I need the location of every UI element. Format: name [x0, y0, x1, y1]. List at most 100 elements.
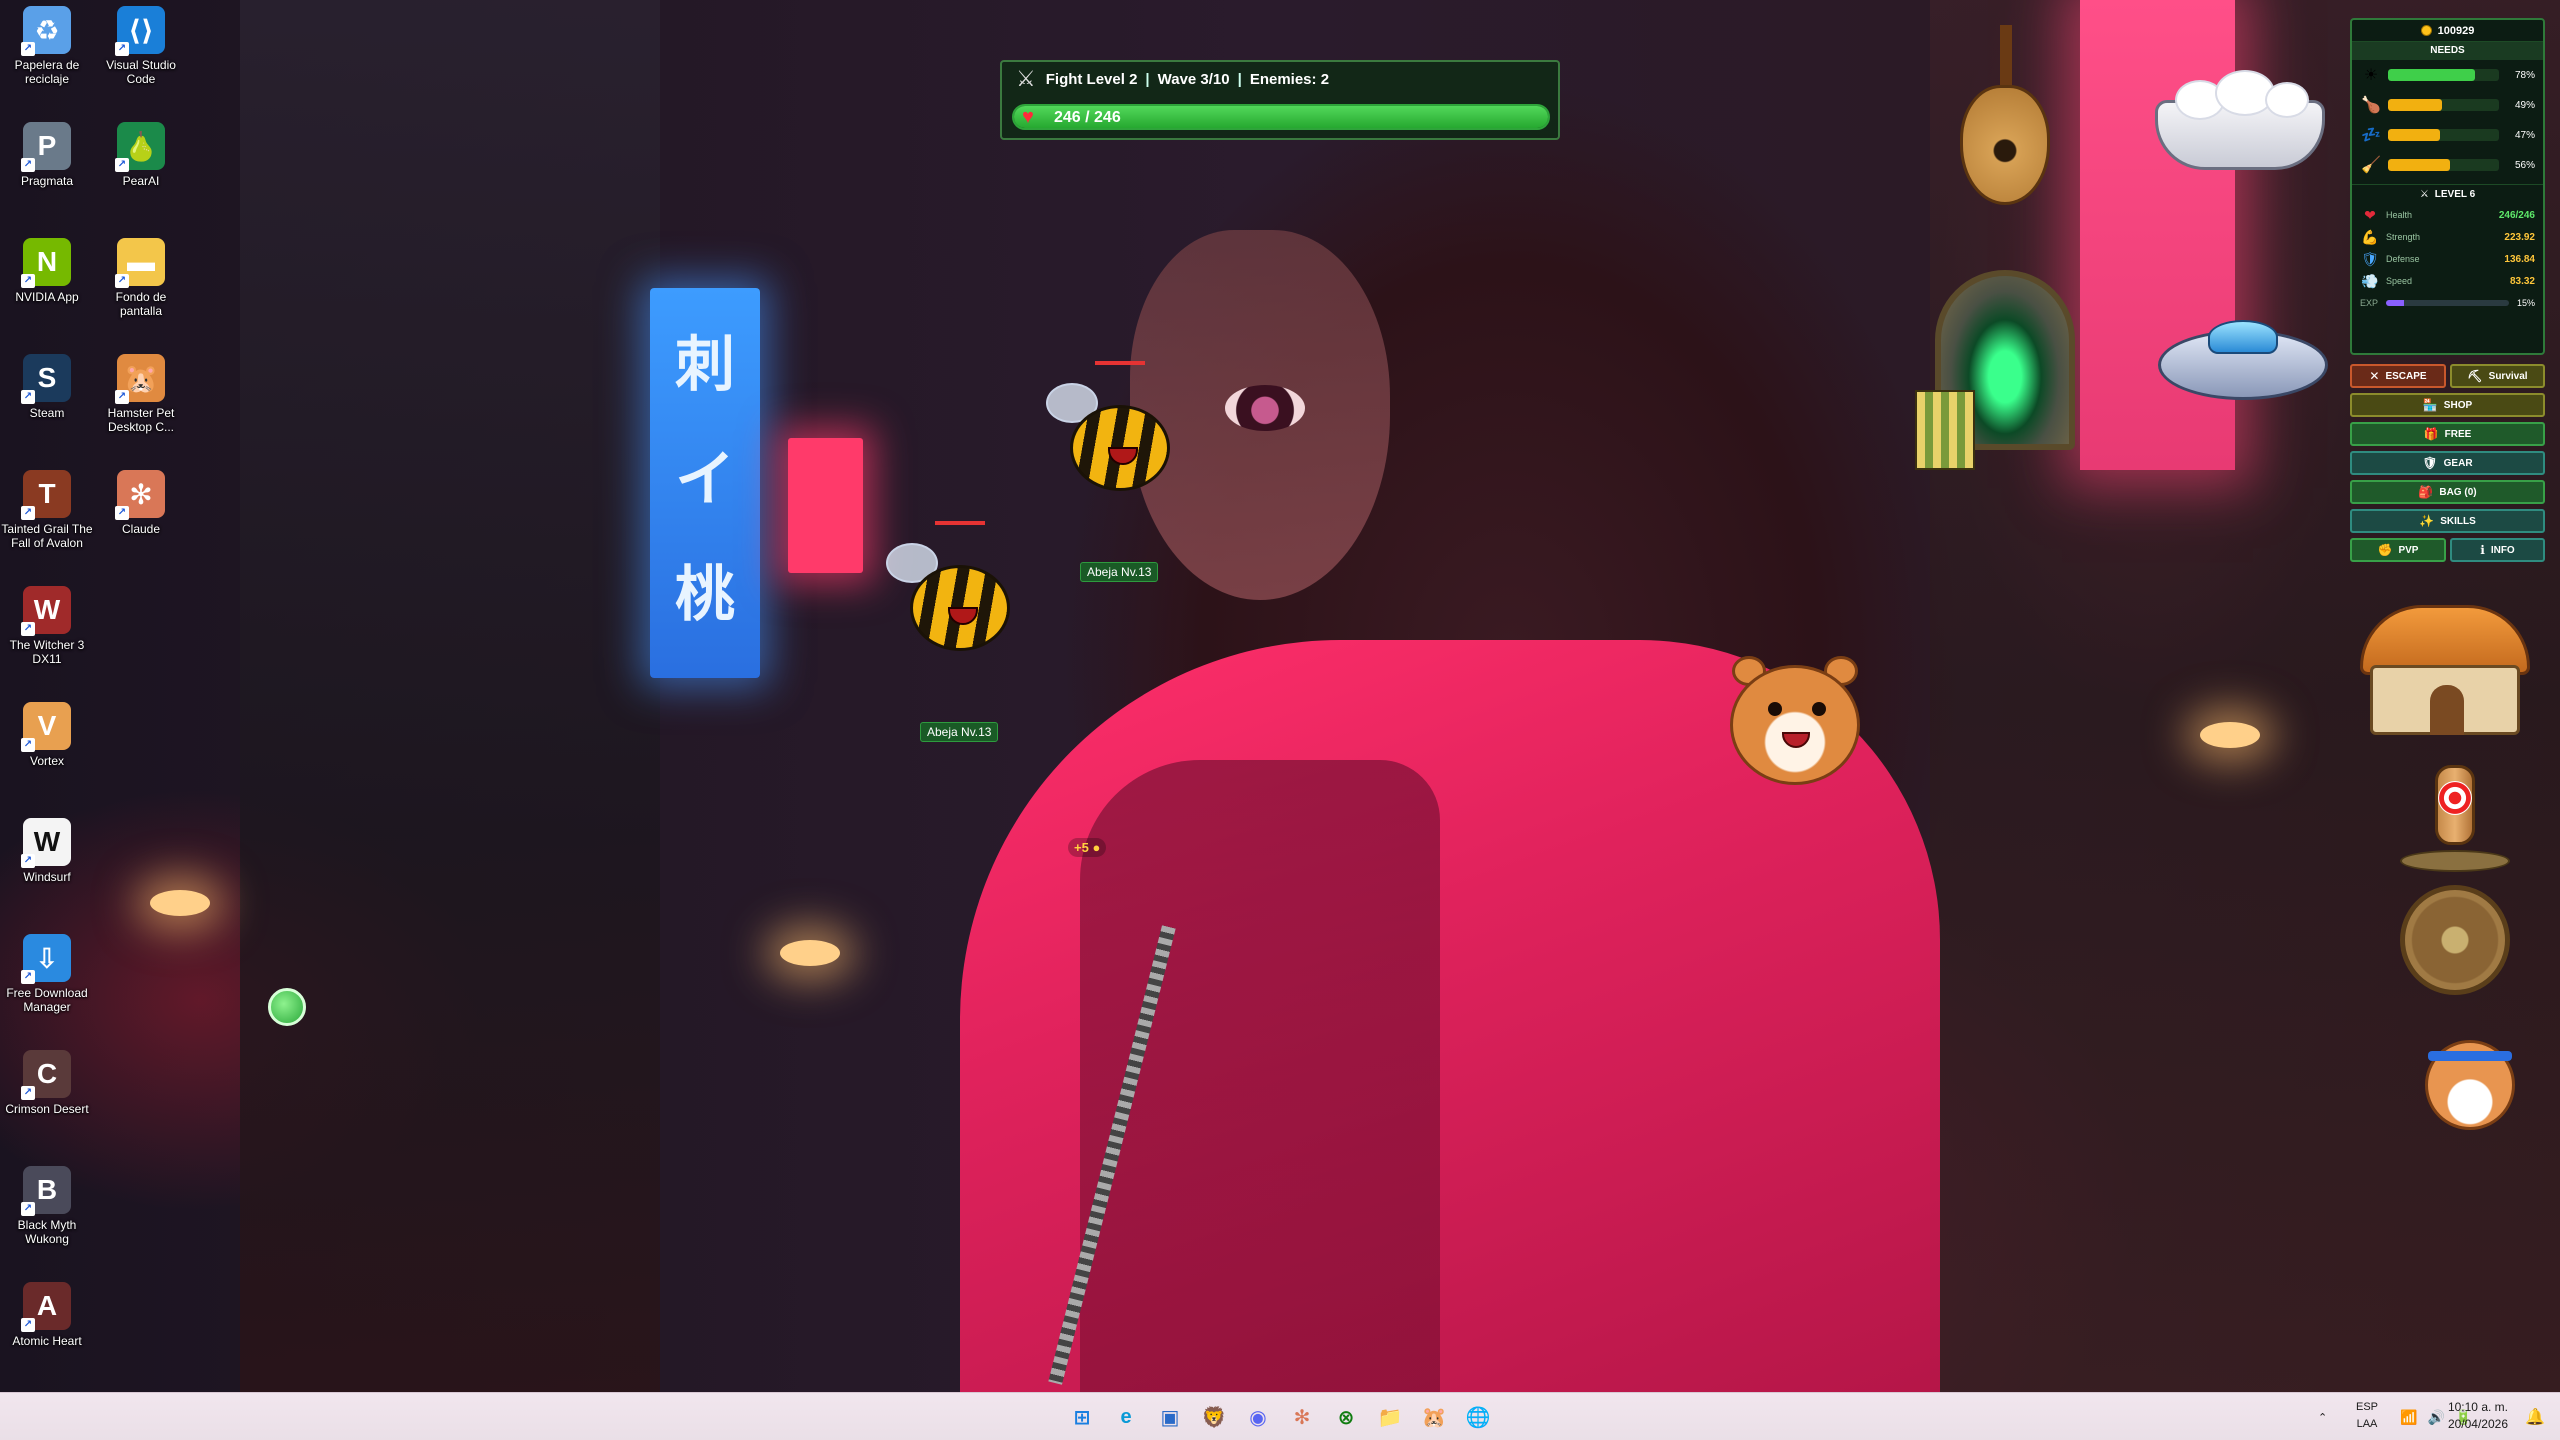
hamster-taskbar-icon[interactable]: 🐹 — [1418, 1401, 1450, 1433]
need-fill — [2388, 159, 2451, 171]
stat-row: 🛡 Defense 136.84 — [2352, 248, 2543, 270]
desktop-icon[interactable]: P ↗ Pragmata — [0, 122, 94, 188]
enemy-bee[interactable] — [1040, 361, 1190, 505]
training-dummy-decoration[interactable] — [2380, 745, 2530, 875]
stat-name: Speed — [2386, 276, 2413, 286]
vscode-icon: ⟨⟩ ↗ — [115, 6, 165, 56]
desktop-icon[interactable]: T ↗ Tainted Grail The Fall of Avalon — [0, 470, 94, 550]
hamster-body — [1730, 665, 1860, 785]
portal-shop-decoration[interactable] — [1915, 240, 2115, 480]
claude-taskbar-icon[interactable]: ✻ — [1286, 1401, 1318, 1433]
speed-icon: 💨 — [2361, 272, 2379, 289]
coin-balance: 100929 — [2352, 20, 2543, 42]
info-label: INFO — [2490, 544, 2515, 556]
desktop-icon-label: Vortex — [29, 754, 65, 768]
player-health-bar: ♥ 246 / 246 — [1012, 104, 1550, 130]
hamster-eye — [1768, 702, 1782, 716]
brave-icon[interactable]: 🦁 — [1198, 1401, 1230, 1433]
guitar-decoration[interactable] — [1940, 25, 2080, 215]
xbox-icon[interactable]: ⊗ — [1330, 1401, 1362, 1433]
windows-start-icon[interactable]: ⊞ — [1066, 1401, 1098, 1433]
gear-button[interactable]: 🛡 GEAR — [2350, 451, 2545, 475]
shield-decoration[interactable] — [2380, 875, 2530, 1005]
hamster-house-decoration[interactable] — [2350, 585, 2545, 745]
clock[interactable]: 10:10 a. m. 20/04/2026 — [2448, 1399, 2508, 1433]
stat-row: ❤ Health 246/246 — [2352, 204, 2543, 226]
gear-label: GEAR — [2443, 457, 2473, 469]
exp-label: EXP — [2360, 298, 2379, 308]
need-bar — [2388, 159, 2499, 171]
desktop-icon[interactable]: N ↗ NVIDIA App — [0, 238, 94, 304]
volume-icon[interactable]: 🔊 — [2427, 1409, 2444, 1426]
desktop-icon[interactable]: A ↗ Atomic Heart — [0, 1282, 94, 1348]
escape-button[interactable]: ✕ ESCAPE — [2350, 364, 2446, 388]
desktop-icon[interactable]: ⇩ ↗ Free Download Manager — [0, 934, 94, 1014]
bag-icon: 🎒 — [2418, 485, 2434, 499]
desktop-icon[interactable]: C ↗ Crimson Desert — [0, 1050, 94, 1116]
survival-button[interactable]: ⛏ Survival — [2450, 364, 2545, 388]
skills-label: SKILLS — [2440, 515, 2476, 527]
desktop-icon-label: Atomic Heart — [12, 1334, 82, 1348]
explorer-window-icon[interactable]: ▣ — [1154, 1401, 1186, 1433]
notification-bell-icon[interactable]: 🔔 — [2525, 1393, 2545, 1440]
desktop-wallpaper: 刺イ桃 — [0, 0, 2560, 1392]
guitar-icon — [1960, 85, 2050, 205]
globe-app-icon[interactable]: 🌐 — [1462, 1401, 1494, 1433]
desktop-icon-label: The Witcher 3 DX11 — [9, 638, 85, 666]
green-orb-icon[interactable] — [268, 988, 306, 1026]
hamster-pet[interactable] — [1720, 650, 1870, 790]
desktop-icon[interactable]: V ↗ Vortex — [0, 702, 94, 768]
target-icon — [2438, 781, 2472, 815]
tainted-grail-icon: T ↗ — [21, 470, 71, 520]
desktop-icon[interactable]: ✻ ↗ Claude — [94, 470, 188, 536]
info-icon: ℹ — [2480, 543, 2485, 557]
desktop-icon[interactable]: ▬ ↗ Fondo de pantalla — [94, 238, 188, 318]
defense-icon: 🛡 — [2361, 250, 2379, 267]
desktop-icon[interactable]: 🐹 ↗ Hamster Pet Desktop C... — [94, 354, 188, 434]
need-row: 💤 47% — [2352, 120, 2543, 150]
free-button[interactable]: 🎁 FREE — [2350, 422, 2545, 446]
strength-icon: 💪 — [2361, 228, 2379, 245]
need-bar — [2388, 129, 2499, 141]
skills-button[interactable]: ✨ SKILLS — [2350, 509, 2545, 533]
pvp-button[interactable]: ✊ PVP — [2350, 538, 2446, 562]
desktop-icon-label: PearAI — [122, 174, 160, 188]
edge-icon[interactable]: e — [1110, 1401, 1142, 1433]
desktop-icon[interactable]: ♻ ↗ Papelera de reciclaje — [0, 6, 94, 86]
language-indicator[interactable]: ESP LAA — [2356, 1399, 2378, 1433]
desktop-icon-label: Claude — [121, 522, 161, 536]
bathtub-decoration[interactable] — [2145, 50, 2335, 190]
shortcut-arrow-icon: ↗ — [115, 274, 129, 288]
windsurf-icon: W ↗ — [21, 818, 71, 868]
desktop-icon[interactable]: B ↗ Black Myth Wukong — [0, 1166, 94, 1246]
stat-row: 💪 Strength 223.92 — [2352, 226, 2543, 248]
shop-icon: 🏪 — [2422, 398, 2438, 412]
desktop-icon[interactable]: S ↗ Steam — [0, 354, 94, 420]
tray-overflow-chevron-icon[interactable]: ⌃ — [2318, 1393, 2327, 1440]
file-explorer-icon[interactable]: 📁 — [1374, 1401, 1406, 1433]
enemy-bee[interactable] — [880, 521, 1030, 665]
desktop-icon-label: Free Download Manager — [6, 986, 88, 1014]
need-bar — [2388, 99, 2499, 111]
shop-button[interactable]: 🏪 SHOP — [2350, 393, 2545, 417]
wallpaper-lamp — [150, 890, 210, 916]
shortcut-arrow-icon: ↗ — [21, 1318, 35, 1332]
desktop-icon[interactable]: W ↗ Windsurf — [0, 818, 94, 884]
desktop-icon[interactable]: ⟨⟩ ↗ Visual Studio Code — [94, 6, 188, 86]
level-row: ⚔ LEVEL 6 — [2352, 184, 2543, 204]
wifi-icon[interactable]: 📶 — [2400, 1409, 2417, 1426]
hamster-eye — [1812, 702, 1826, 716]
hamster-pet-icon: 🐹 ↗ — [115, 354, 165, 404]
coin-drop[interactable]: +5 ● — [1068, 838, 1107, 857]
bag-button[interactable]: 🎒 BAG (0) — [2350, 480, 2545, 504]
info-button[interactable]: ℹ INFO — [2450, 538, 2545, 562]
desktop-icon[interactable]: 🍐 ↗ PearAI — [94, 122, 188, 188]
desktop-icon[interactable]: W ↗ The Witcher 3 DX11 — [0, 586, 94, 666]
dummy-base — [2400, 850, 2510, 872]
spaceship-decoration[interactable] — [2148, 290, 2348, 410]
hamster-boxer-decoration[interactable] — [2400, 1015, 2540, 1145]
sparkle-icon: ✨ — [2419, 514, 2435, 528]
need-bar — [2388, 69, 2499, 81]
exp-bar — [2386, 300, 2509, 306]
discord-icon[interactable]: ◉ — [1242, 1401, 1274, 1433]
